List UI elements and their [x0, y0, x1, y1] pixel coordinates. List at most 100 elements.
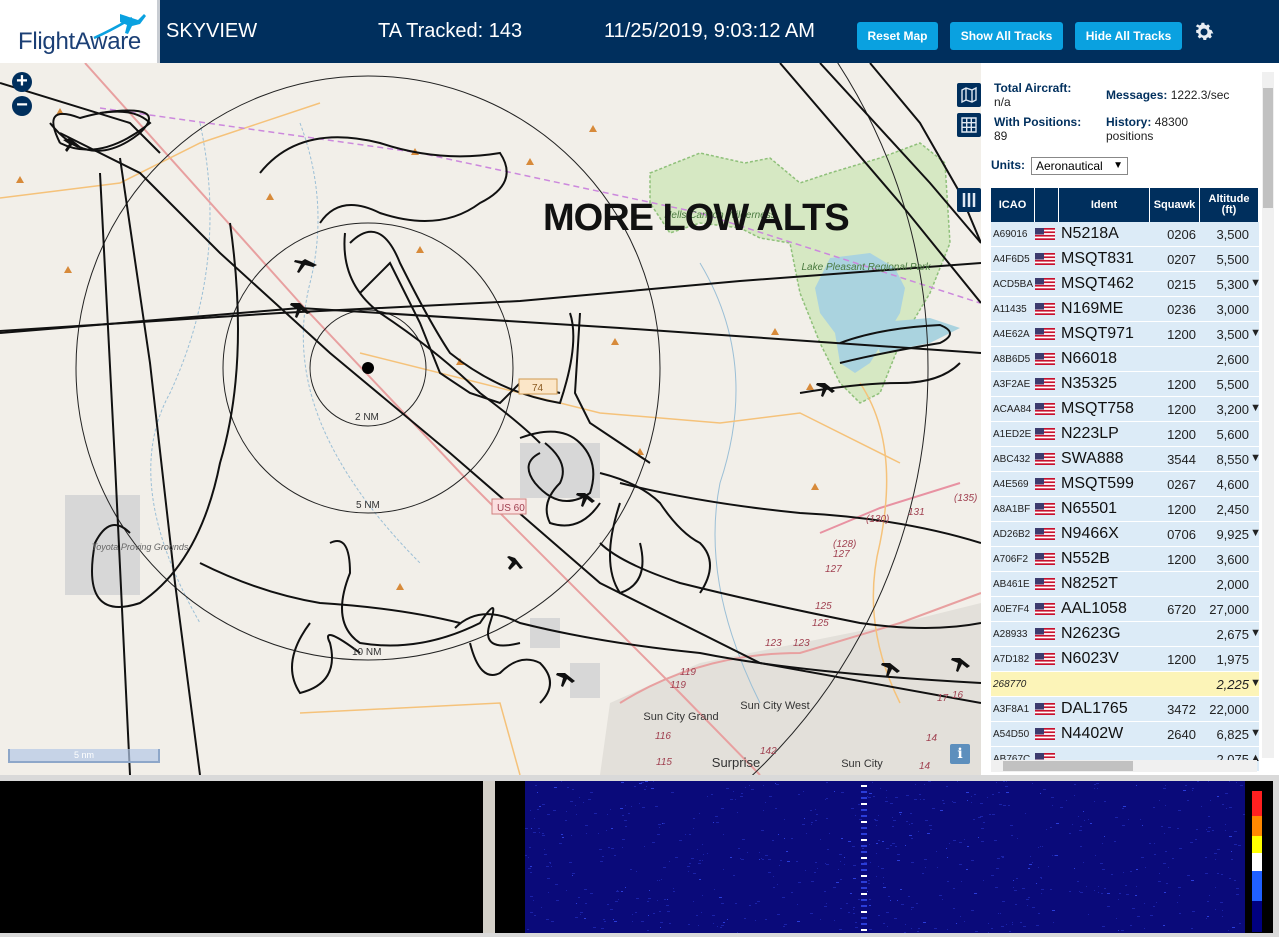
- pane-divider[interactable]: [483, 781, 495, 933]
- altitude-cell: 8,550 ▼: [1200, 452, 1261, 467]
- ident-cell: N169ME: [1061, 300, 1124, 317]
- squawk-cell: 0206: [1167, 226, 1196, 242]
- table-row[interactable]: ACD5BA MSQT462 0215 5,300 ▼: [991, 272, 1261, 297]
- road-label-14b: 14: [919, 761, 931, 772]
- squawk-cell: 0236: [1167, 301, 1196, 317]
- altitude-cell: 1,975: [1200, 652, 1255, 667]
- map-scale-bar: 5 nm: [8, 749, 160, 763]
- flag-cell: [1035, 503, 1059, 515]
- history-unit: positions: [1106, 129, 1154, 143]
- top-header: FlightAware SKYVIEW TA Tracked: 143 11/2…: [0, 0, 1279, 63]
- annotation-overlay-text: MORE LOW ALTS: [543, 197, 850, 239]
- us-flag-icon: [1035, 353, 1055, 365]
- ident-cell: N223LP: [1061, 425, 1119, 442]
- zoom-out-button[interactable]: −: [12, 95, 32, 116]
- column-header-icao[interactable]: ICAO: [991, 188, 1035, 222]
- flag-cell: [1035, 453, 1059, 465]
- range-label-10nm: 10 NM: [352, 647, 381, 658]
- ident-cell: N66018: [1061, 350, 1118, 367]
- table-row[interactable]: AD26B2 N9466X 0706 9,925 ▼: [991, 522, 1261, 547]
- table-row[interactable]: A3F2AE N35325 1200 5,500: [991, 372, 1259, 397]
- history-label: History:: [1106, 115, 1152, 129]
- map-layer-button[interactable]: [957, 83, 981, 107]
- show-all-tracks-button[interactable]: Show All Tracks: [950, 22, 1063, 50]
- dropdown-arrow-icon: ▼: [1113, 160, 1123, 171]
- table-row[interactable]: A7D182 N6023V 1200 1,975: [991, 647, 1259, 672]
- us-flag-icon: [1035, 728, 1055, 740]
- table-row[interactable]: A706F2 N552B 1200 3,600: [991, 547, 1259, 572]
- zoom-in-button[interactable]: +: [12, 71, 32, 92]
- map-canvas[interactable]: 2 NM 5 NM 10 NM US 60 74 (130) 131 (135)…: [0, 63, 981, 775]
- table-row[interactable]: A1ED2E N223LP 1200 5,600: [991, 422, 1259, 447]
- squawk-cell: 1200: [1167, 326, 1196, 342]
- icao-cell: A11435: [993, 303, 1027, 315]
- info-button[interactable]: i: [950, 744, 970, 764]
- road-label-135: (135): [954, 493, 977, 504]
- units-select[interactable]: Aeronautical ▼: [1031, 157, 1128, 175]
- table-row[interactable]: A8A1BF N65501 1200 2,450: [991, 497, 1259, 522]
- squawk-cell: 1200: [1167, 651, 1196, 667]
- receiver-site: [362, 362, 374, 374]
- table-row[interactable]: 268770 2,225 ▼: [991, 672, 1261, 697]
- grid-toggle-button[interactable]: [957, 113, 981, 137]
- table-row[interactable]: A3F8A1 DAL1765 3472 22,000: [991, 697, 1259, 722]
- altitude-value: 4,600: [1216, 476, 1249, 492]
- column-header-flag[interactable]: [1035, 188, 1059, 222]
- table-row[interactable]: A28933 N2623G 2,675 ▼: [991, 622, 1261, 647]
- panel-horizontal-scroll-thumb[interactable]: [1003, 761, 1133, 771]
- us-flag-icon: [1035, 628, 1055, 640]
- road-label-119a: 119: [680, 667, 696, 678]
- altitude-value: 9,925: [1216, 526, 1249, 542]
- column-header-squawk[interactable]: Squawk: [1150, 188, 1200, 222]
- table-row[interactable]: ACAA84 MSQT758 1200 3,200 ▼: [991, 397, 1261, 422]
- icao-cell: A8A1BF: [993, 503, 1031, 515]
- icao-cell: A8B6D5: [993, 353, 1031, 365]
- flag-cell: [1035, 403, 1059, 415]
- table-row[interactable]: A69016 N5218A 0206 3,500: [991, 222, 1259, 247]
- table-row[interactable]: AB461E N8252T 2,000: [991, 572, 1259, 597]
- road-label-123b: 123: [793, 638, 810, 649]
- hide-all-tracks-button[interactable]: Hide All Tracks: [1075, 22, 1182, 50]
- us-flag-icon: [1035, 578, 1055, 590]
- column-toggle-button[interactable]: [957, 188, 981, 212]
- ident-cell: MSQT831: [1061, 250, 1134, 267]
- column-header-altitude[interactable]: Altitude (ft): [1200, 188, 1259, 222]
- altitude-trend-icon: ▼: [1250, 401, 1261, 414]
- table-row[interactable]: A54D50 N4402W 2640 6,825 ▼: [991, 722, 1261, 747]
- altitude-value: 2,600: [1216, 351, 1249, 367]
- tracked-count: TA Tracked: 143: [378, 20, 523, 42]
- table-row[interactable]: A8B6D5 N66018 2,600: [991, 347, 1259, 372]
- altitude-cell: 27,000: [1200, 602, 1255, 617]
- table-row[interactable]: ABC432 SWA888 3544 8,550 ▼: [991, 447, 1261, 472]
- road-label-125a: 125: [815, 601, 832, 612]
- gear-icon[interactable]: [1192, 20, 1216, 44]
- flag-cell: [1035, 603, 1059, 615]
- ident-cell: N5218A: [1061, 225, 1119, 242]
- map-icon: [961, 86, 977, 104]
- grid-icon: [961, 117, 977, 133]
- flightaware-logo[interactable]: FlightAware: [0, 0, 160, 63]
- table-row[interactable]: A4F6D5 MSQT831 0207 5,500: [991, 247, 1259, 272]
- ident-cell: MSQT758: [1061, 400, 1134, 417]
- airplane-logo-icon: [93, 14, 146, 40]
- table-row[interactable]: A11435 N169ME 0236 3,000: [991, 297, 1259, 322]
- altitude-value: 2,450: [1216, 501, 1249, 517]
- squawk-cell: 6720: [1167, 601, 1196, 617]
- ident-cell: N65501: [1061, 500, 1118, 517]
- panel-vertical-scroll-thumb[interactable]: [1263, 88, 1273, 208]
- table-row[interactable]: A0E7F4 AAL1058 6720 27,000: [991, 597, 1259, 622]
- park-area: [649, 142, 951, 404]
- road-label-74: 74: [532, 383, 544, 394]
- icao-cell: A69016: [993, 228, 1028, 240]
- altitude-cell: 9,925 ▼: [1200, 526, 1261, 542]
- us-flag-icon: [1035, 278, 1055, 290]
- history-value: 48300: [1154, 115, 1189, 129]
- ident-cell: N6023V: [1061, 650, 1119, 667]
- map-view[interactable]: 2 NM 5 NM 10 NM US 60 74 (130) 131 (135)…: [0, 63, 981, 775]
- reset-map-button[interactable]: Reset Map: [857, 22, 938, 50]
- column-header-ident[interactable]: Ident: [1059, 188, 1150, 222]
- us-flag-icon: [1035, 253, 1055, 265]
- altitude-cell: 5,600: [1200, 427, 1255, 442]
- table-row[interactable]: A4E62A MSQT971 1200 3,500 ▼: [991, 322, 1261, 347]
- table-row[interactable]: A4E569 MSQT599 0267 4,600: [991, 472, 1259, 497]
